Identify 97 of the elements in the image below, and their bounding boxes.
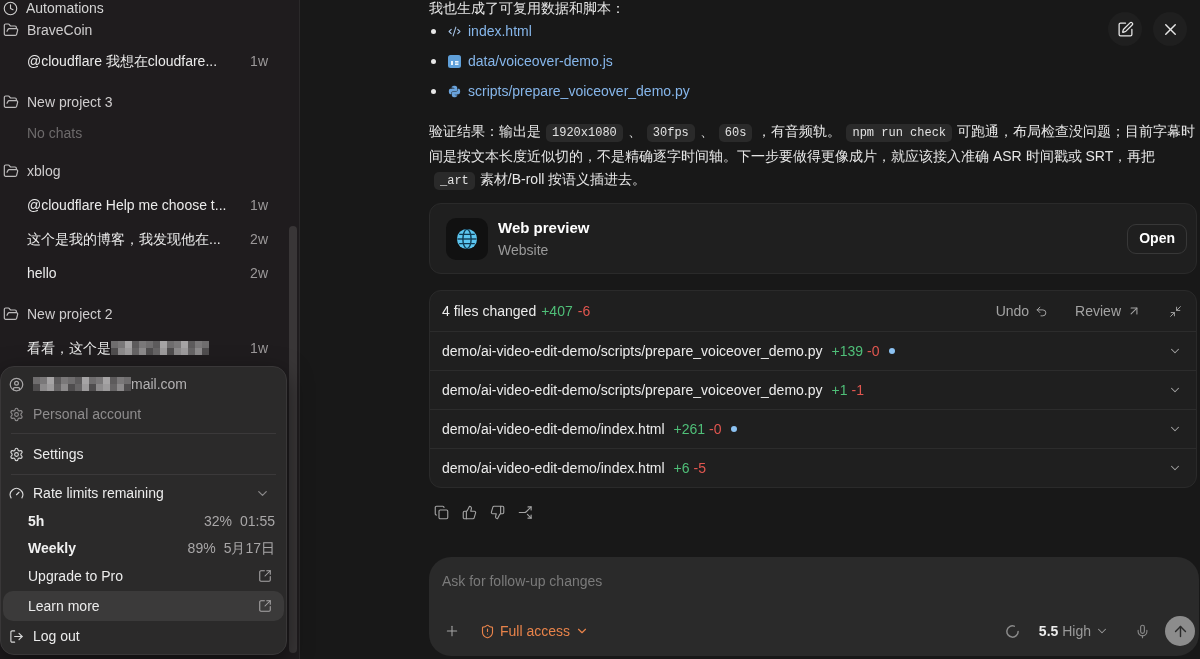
undo-button[interactable]: Undo (995, 300, 1049, 322)
thumbs-up-icon (462, 504, 477, 520)
menu-item[interactable]: Settings (3, 438, 284, 470)
code-icon (448, 24, 461, 38)
project-folder[interactable]: xblog (0, 154, 299, 188)
folder-icon (3, 94, 19, 110)
logout-button[interactable]: Log out (3, 621, 284, 651)
card-title: Web preview (498, 217, 590, 238)
edit-button[interactable] (1108, 12, 1142, 46)
collapse-button[interactable] (1169, 304, 1182, 318)
bullet-icon (431, 88, 436, 94)
file-link[interactable]: scripts/prepare_voiceover_demo.py (468, 80, 690, 102)
email-text: mail.com (131, 374, 187, 394)
limit-name: 5h (28, 511, 45, 531)
chat-age: 2w (250, 229, 268, 249)
plus-icon (444, 623, 460, 639)
gear-icon (9, 406, 24, 422)
dislike-button[interactable] (490, 504, 505, 520)
collapse-icon (1169, 304, 1182, 318)
model-selector[interactable]: 5.5 High (1038, 620, 1109, 642)
gauge-icon (9, 485, 24, 501)
edit-icon (1116, 20, 1134, 38)
added-count: +139 (831, 341, 864, 361)
message-text: 我也生成了可复用数据和脚本： (429, 0, 625, 16)
access-mode-button[interactable]: Full access (480, 620, 590, 642)
file-link[interactable]: data/voiceover-demo.js (468, 50, 613, 72)
branch-button[interactable] (518, 504, 533, 520)
thumbs-down-icon (490, 504, 505, 520)
rate-limits-toggle[interactable]: Rate limits remaining (3, 479, 284, 507)
open-button[interactable]: Open (1127, 223, 1187, 254)
undo-icon (1035, 304, 1049, 318)
empty-state-text: No chats (27, 123, 83, 143)
removed-count: -0 (867, 341, 880, 361)
mic-button[interactable] (1135, 623, 1150, 639)
globe-icon (446, 217, 488, 260)
chat-item[interactable]: 看看，这个是 1w (0, 331, 299, 365)
scrollbar-thumb[interactable] (289, 226, 297, 653)
menu-link[interactable]: Learn more (3, 591, 284, 621)
close-button[interactable] (1153, 12, 1187, 46)
clock-icon (3, 0, 18, 16)
message-input[interactable]: Ask for follow-up changes (442, 570, 1186, 592)
limit-name: Weekly (28, 538, 76, 558)
bullet-icon (431, 58, 436, 64)
file-link[interactable]: index.html (468, 20, 532, 42)
added-count: +261 (673, 419, 706, 439)
script-file-icon (448, 54, 461, 68)
copy-button[interactable] (434, 504, 449, 520)
user-icon (9, 376, 24, 392)
limit-reset-time: 5月17日 (223, 538, 275, 558)
changes-summary: 4 files changed (442, 301, 537, 321)
added-count: +6 (673, 458, 690, 478)
chat-item[interactable]: @cloudflare Help me choose t... 1w (0, 188, 299, 222)
limit-reset-time: 01:55 (239, 511, 275, 531)
send-button[interactable] (1165, 616, 1195, 646)
chat-item[interactable]: hello 2w (0, 256, 299, 290)
bullet-icon (431, 28, 436, 34)
folder-icon (3, 22, 19, 38)
settings-icon (9, 446, 24, 462)
removed-count: -5 (693, 458, 706, 478)
chat-age: 1w (250, 195, 268, 215)
folder-icon (3, 306, 19, 322)
external-link-icon (258, 599, 272, 613)
folder-icon (3, 163, 19, 179)
limit-percent: 32% (203, 511, 232, 531)
file-change-row[interactable]: demo/ai-video-edit-demo/scripts/prepare_voiceover_demo.py +1 -1 (430, 370, 1196, 409)
external-link-icon (258, 569, 272, 583)
microphone-icon (1135, 623, 1150, 639)
menu-link[interactable]: Upgrade to Pro (3, 561, 284, 591)
project-folder[interactable]: New project 3 (0, 85, 299, 119)
chat-age: 1w (250, 51, 268, 71)
chat-item[interactable]: 这个是我的博客，我发现他在... 2w (0, 222, 299, 256)
chat-item[interactable]: @cloudflare 我想在cloudfare... 1w (0, 44, 299, 78)
removed-count: -6 (577, 301, 591, 321)
python-logo-icon (448, 84, 461, 98)
added-count: +407 (541, 301, 573, 321)
project-folder[interactable]: BraveCoin (0, 16, 299, 44)
file-change-row[interactable]: demo/ai-video-edit-demo/scripts/prepare_voiceover_demo.py +139 -0 (430, 331, 1196, 370)
file-change-row[interactable]: demo/ai-video-edit-demo/index.html +6 -5 (430, 448, 1196, 487)
removed-count: -0 (709, 419, 722, 439)
file-change-row[interactable]: demo/ai-video-edit-demo/index.html +261 -0 (430, 409, 1196, 448)
add-button[interactable] (444, 623, 460, 639)
chat-age: 2w (250, 263, 268, 283)
nav-item[interactable]: Automations (0, 0, 299, 16)
card-subtitle: Website (498, 240, 550, 260)
ring-icon (1004, 623, 1020, 639)
copy-icon (434, 504, 449, 520)
review-button[interactable]: Review (1075, 300, 1141, 322)
project-folder[interactable]: New project 2 (0, 297, 299, 331)
shield-alert-icon (480, 623, 495, 639)
logout-icon (9, 628, 24, 644)
split-arrow-icon (518, 504, 533, 520)
message-paragraph: 验证结果：输出是 1920x1080 、 30fps 、 60s ，有音频轨。 npm run check 可跑通，布局检查没问题；目前字幕时间是按文本长度近似切的，不是精确逐字时间轴。下一步要做得更像成片，就应该接入准确 ASR 时间戳或 SRT，再把 _art 素材/B-roll 按语义插进去。 (429, 122, 1197, 192)
limit-percent: 89% (187, 538, 216, 558)
chat-age: 1w (250, 338, 268, 358)
added-count: +1 (831, 380, 848, 400)
like-button[interactable] (462, 504, 477, 520)
removed-count: -1 (851, 380, 864, 400)
